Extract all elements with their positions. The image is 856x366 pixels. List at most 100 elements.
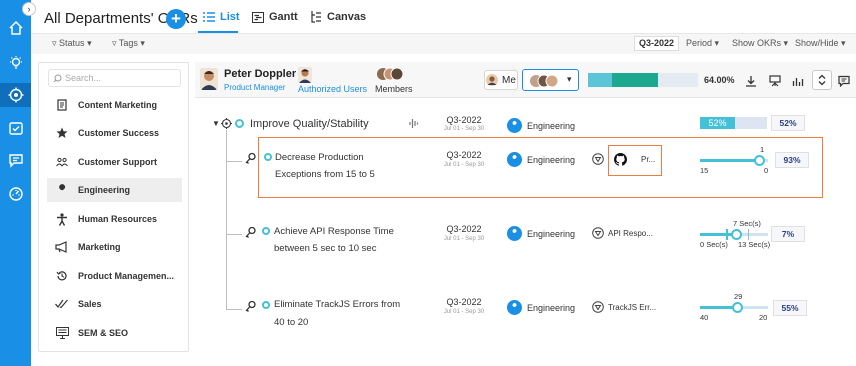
- sidebar-item-label: Human Resources: [78, 214, 158, 224]
- chevron-down-icon: ▾: [87, 38, 92, 48]
- key-result-dates: Jul 01 - Sep 30: [443, 309, 485, 315]
- sidebar-item-label: Product Managemen...: [78, 271, 175, 281]
- sidebar-item-label: Engineering: [78, 185, 131, 195]
- chevron-down-icon: ▾: [841, 38, 846, 48]
- key-result-icon: [245, 226, 256, 238]
- search-icon: [53, 74, 62, 83]
- sidebar-item-label: Customer Support: [78, 157, 158, 167]
- tab-list[interactable]: List: [203, 11, 240, 23]
- sidebar-item-customer-success[interactable]: Customer Success: [47, 121, 182, 145]
- presentation-icon[interactable]: [767, 73, 783, 89]
- slider-start-label: 40: [700, 313, 709, 322]
- authorized-users-link[interactable]: Authorized Users: [298, 84, 367, 94]
- me-filter-button[interactable]: Me: [484, 70, 518, 90]
- key-result-quarter: Q3-2022: [446, 150, 482, 160]
- key-result-team[interactable]: Engineering: [507, 226, 575, 241]
- document-icon: [55, 99, 69, 111]
- team-label: Engineering: [527, 302, 576, 313]
- objective-team[interactable]: Engineering: [507, 118, 575, 133]
- slider-start-label: 0 Sec(s): [700, 240, 728, 249]
- period-value[interactable]: Q3-2022: [634, 36, 680, 51]
- slider-handle[interactable]: [754, 155, 765, 166]
- tab-list-label: List: [220, 11, 240, 23]
- status-filter[interactable]: ▿ Status ▾: [52, 38, 92, 49]
- key-result-team[interactable]: Engineering: [507, 300, 575, 315]
- slider-handle[interactable]: [732, 302, 743, 313]
- key-result-dates: Jul 01 - Sep 30: [443, 236, 485, 242]
- filter-icon: ▿: [112, 38, 117, 48]
- slider-end-label: 13 Sec(s): [738, 240, 771, 249]
- waveform-icon[interactable]: [409, 117, 419, 130]
- objective-percent: 52%: [771, 115, 805, 131]
- key-result-title-line2[interactable]: 40 to 20: [274, 311, 308, 334]
- show-okrs-dropdown[interactable]: Show OKRs ▾: [732, 38, 788, 49]
- key-result-icon: [245, 300, 256, 312]
- expand-collapse-button[interactable]: [812, 70, 832, 90]
- sidebar-item-human-resources[interactable]: Human Resources: [47, 207, 182, 231]
- lightbulb-icon[interactable]: [0, 51, 31, 75]
- add-okr-button[interactable]: +: [166, 9, 186, 29]
- chevron-down-icon: ▾: [140, 38, 145, 48]
- key-result-team[interactable]: Engineering: [507, 152, 575, 167]
- calendar-check-icon[interactable]: [0, 116, 31, 140]
- sidebar-item-customer-support[interactable]: Customer Support: [47, 150, 182, 174]
- show-hide-label: Show/Hide: [795, 38, 839, 48]
- members-avatars[interactable]: [377, 66, 405, 82]
- overall-progress-segment-a: [588, 73, 612, 87]
- linked-item-label: Pr...: [641, 155, 656, 164]
- tab-gantt[interactable]: Gantt: [252, 11, 298, 23]
- wrench-icon: [507, 226, 522, 241]
- chart-icon[interactable]: [790, 73, 806, 89]
- wrench-icon: [507, 300, 522, 315]
- dashboard-icon[interactable]: [0, 182, 31, 206]
- tags-filter-label: Tags: [118, 38, 138, 48]
- star-icon: [55, 127, 69, 139]
- target-icon[interactable]: [0, 83, 31, 107]
- list-icon: [203, 12, 215, 22]
- tags-filter[interactable]: ▿ Tags ▾: [112, 38, 145, 49]
- team-label: Engineering: [527, 120, 576, 131]
- user-name: Peter Doppler: [224, 68, 297, 80]
- home-icon[interactable]: [0, 16, 31, 40]
- authorized-user-avatar[interactable]: [298, 67, 312, 83]
- avatar: [200, 68, 218, 90]
- chevron-down-icon: ▾: [567, 74, 572, 84]
- comment-icon[interactable]: [836, 73, 852, 89]
- linked-item-label: API Respo...: [608, 228, 653, 238]
- slider-fill: [700, 159, 760, 162]
- sidebar-item-marketing[interactable]: Marketing: [47, 235, 182, 259]
- sidebar-item-sales[interactable]: Sales: [47, 292, 182, 316]
- tree-connector: [226, 234, 242, 235]
- canvas-icon: [311, 11, 321, 23]
- search-input[interactable]: Search...: [48, 69, 181, 87]
- sidebar-item-engineering[interactable]: Engineering: [47, 178, 182, 202]
- linked-item[interactable]: TrackJS Err...: [592, 301, 656, 313]
- chat-icon[interactable]: [0, 148, 31, 172]
- person-icon: [55, 212, 69, 226]
- sidebar-item-product-management[interactable]: Product Managemen...: [47, 264, 182, 288]
- objective-target-icon: [221, 118, 232, 129]
- key-result-title-line2[interactable]: Exceptions from 15 to 5: [275, 163, 375, 186]
- people-icon: [55, 157, 69, 167]
- show-okrs-label: Show OKRs: [732, 38, 782, 48]
- users-dropdown[interactable]: ▾: [522, 69, 579, 91]
- key-result-title-line2[interactable]: between 5 sec to 10 sec: [274, 237, 376, 260]
- sidebar-item-content-marketing[interactable]: Content Marketing: [47, 93, 182, 117]
- sidebar-item-label: SEM & SEO: [78, 328, 129, 338]
- key-result-percent: 93%: [775, 152, 809, 168]
- wrench-icon: [507, 152, 522, 167]
- sidebar-item-sem-seo[interactable]: SEM & SEO: [47, 321, 182, 345]
- search-placeholder: Search...: [65, 73, 102, 83]
- objective-quarter: Q3-2022: [446, 115, 482, 125]
- show-hide-dropdown[interactable]: Show/Hide ▾: [795, 38, 846, 49]
- slider-handle[interactable]: [731, 229, 742, 240]
- linked-item[interactable]: Pr...: [614, 153, 655, 166]
- team-label: Engineering: [527, 154, 576, 165]
- collapse-rail-button[interactable]: ›: [22, 2, 36, 16]
- collapse-toggle-icon[interactable]: ▼: [212, 119, 220, 128]
- linked-item[interactable]: API Respo...: [592, 227, 653, 239]
- objective-title[interactable]: Improve Quality/Stability: [250, 118, 369, 130]
- download-icon[interactable]: [743, 73, 759, 89]
- tab-canvas[interactable]: Canvas: [311, 11, 366, 23]
- period-dropdown[interactable]: Period ▾: [686, 38, 719, 49]
